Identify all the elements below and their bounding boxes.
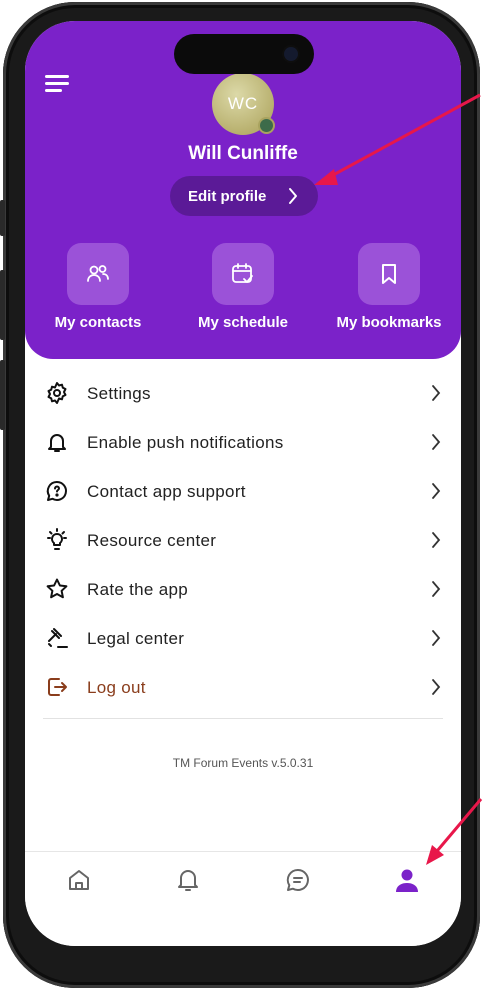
calendar-check-icon — [212, 243, 274, 305]
settings-menu: Settings Enable push notifications Conta… — [25, 369, 461, 712]
chevron-right-icon — [289, 188, 297, 204]
phone-side-button — [0, 200, 5, 236]
chevron-right-icon — [432, 581, 441, 597]
app-version: TM Forum Events v.5.0.31 — [172, 756, 314, 770]
menu-item-label: Settings — [87, 383, 151, 403]
chevron-right-icon — [432, 434, 441, 450]
logout-icon — [48, 678, 67, 696]
quick-action-label: My schedule — [197, 314, 289, 331]
menu-item-push-notifications[interactable]: Enable push notifications — [25, 418, 461, 467]
profile-name: Will Cunliffe — [188, 143, 298, 164]
dynamic-island — [174, 34, 314, 74]
phone-side-button — [0, 360, 5, 430]
menu-item-log-out[interactable]: Log out — [25, 663, 461, 712]
phone-side-button — [0, 270, 5, 340]
menu-item-legal-center[interactable]: Legal center — [25, 614, 461, 663]
lightbulb-icon — [47, 528, 67, 550]
menu-item-settings[interactable]: Settings — [25, 369, 461, 418]
contacts-icon — [67, 243, 129, 305]
divider — [43, 718, 443, 719]
menu-item-resource-center[interactable]: Resource center — [25, 516, 461, 565]
quick-action-bookmarks[interactable]: My bookmarks — [329, 243, 449, 331]
online-status-dot — [258, 117, 275, 134]
menu-item-label: Legal center — [87, 628, 185, 648]
app-screen: WC Will Cunliffe Edit profile My contact… — [25, 21, 461, 946]
home-indicator-area — [25, 921, 461, 946]
chevron-right-icon — [432, 630, 441, 646]
home-icon[interactable] — [65, 866, 93, 894]
star-icon — [46, 578, 68, 599]
gear-icon — [47, 382, 67, 404]
edit-profile-label: Edit profile — [188, 187, 267, 205]
quick-action-label: My bookmarks — [336, 314, 442, 331]
hamburger-menu-icon[interactable] — [45, 75, 69, 93]
menu-item-label: Enable push notifications — [87, 432, 284, 452]
bottom-tab-bar — [25, 851, 461, 922]
camera-icon — [284, 47, 298, 61]
bookmark-icon — [358, 243, 420, 305]
quick-action-label: My contacts — [54, 314, 142, 331]
menu-item-label: Resource center — [87, 530, 217, 550]
edit-profile-button[interactable]: Edit profile — [170, 176, 318, 216]
menu-item-label: Contact app support — [87, 481, 246, 501]
bell-icon — [48, 434, 66, 452]
quick-action-contacts[interactable]: My contacts — [38, 243, 158, 331]
quick-action-schedule[interactable]: My schedule — [183, 243, 303, 331]
person-icon[interactable] — [393, 866, 421, 894]
gavel-icon — [48, 628, 68, 648]
menu-item-label: Log out — [87, 677, 146, 697]
chat-icon[interactable] — [284, 866, 312, 894]
avatar-initials: WC — [227, 94, 259, 113]
chevron-right-icon — [432, 385, 441, 401]
menu-item-app-support[interactable]: Contact app support — [25, 467, 461, 516]
chevron-right-icon — [432, 532, 441, 548]
help-chat-icon — [46, 480, 67, 501]
menu-item-rate-app[interactable]: Rate the app — [25, 565, 461, 614]
bell-icon[interactable] — [174, 866, 202, 894]
chevron-right-icon — [432, 483, 441, 499]
menu-item-label: Rate the app — [87, 579, 188, 599]
chevron-right-icon — [432, 679, 441, 695]
